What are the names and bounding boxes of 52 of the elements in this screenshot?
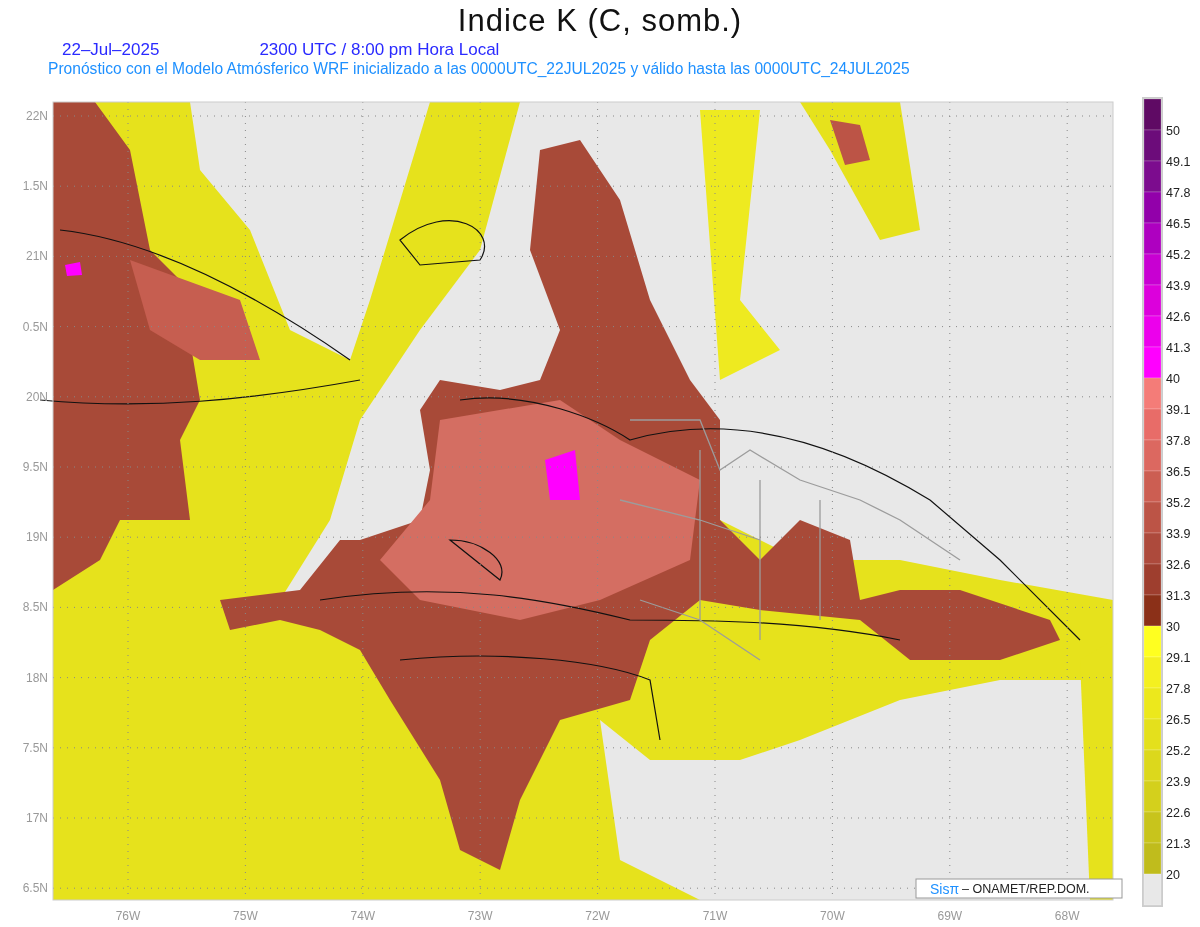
longitude-label: 68W [1054, 909, 1080, 923]
latitude-label: 21N [26, 249, 48, 264]
colorbar-label: 20 [1166, 868, 1180, 882]
colorbar-label: 46.5 [1166, 217, 1191, 231]
latitude-label: 6.5N [22, 881, 48, 896]
latitude-label: 9.5N [22, 460, 48, 474]
latitude-label: 1.5N [22, 179, 48, 194]
longitude-label: 72W [585, 909, 610, 923]
longitude-label: 73W [467, 909, 493, 923]
longitude-label: 74W [350, 909, 376, 923]
colorbar-label: 36.5 [1166, 465, 1191, 479]
colorbar-label: 33.9 [1166, 527, 1191, 541]
longitude-label: 70W [820, 909, 845, 923]
colorbar-label: 37.8 [1166, 434, 1191, 448]
colorbar-label: 32.6 [1166, 558, 1191, 572]
colorbar-label: 39.1 [1166, 403, 1191, 417]
latitude-label: 17N [26, 811, 48, 825]
colorbar-label: 49.1 [1166, 155, 1191, 169]
colorbar-label: 26.5 [1166, 713, 1191, 727]
latitude-label: 20N [26, 389, 48, 404]
credit-text: – ONAMET/REP.DOM. [962, 882, 1090, 896]
colorbar-label: 30 [1166, 620, 1180, 634]
chart-title: Indice K (C, somb.) [457, 2, 743, 40]
longitude-label: 76W [115, 909, 141, 923]
colorbar-label: 29.1 [1166, 651, 1191, 665]
colorbar-label: 42.6 [1166, 310, 1191, 324]
latitude-label: 18N [26, 670, 48, 685]
date-text: 22–Jul–2025 [62, 40, 160, 59]
colorbar-label: 40 [1166, 372, 1180, 386]
colorbar-label: 47.8 [1166, 186, 1191, 200]
colorbar-label: 50 [1166, 124, 1180, 138]
longitude-label: 69W [937, 909, 963, 923]
colorbar-label: 25.2 [1166, 744, 1191, 758]
latitude-label: 19N [26, 530, 48, 545]
colorbar-label: 22.6 [1166, 806, 1191, 820]
forecast-subtitle: Pronóstico con el Modelo Atmósferico WRF inicializado a las 0000UTC_22JUL2025 y válido hasta las 0000UTC_24JUL2025 [47, 59, 911, 79]
colorbar-label: 23.9 [1166, 775, 1191, 789]
colorbar-label: 45.2 [1166, 248, 1191, 262]
latitude-label: 22N [26, 109, 48, 123]
longitude-label: 75W [233, 909, 258, 923]
longitude-label: 71W [702, 909, 728, 923]
latitude-label: 8.5N [22, 600, 48, 615]
colorbar-label: 21.3 [1166, 837, 1191, 851]
colorbar-label: 31.3 [1166, 589, 1191, 603]
colorbar-label: 41.3 [1166, 341, 1191, 355]
latitude-label: 7.5N [22, 740, 48, 755]
latitude-label: 0.5N [22, 319, 48, 334]
logo-text: Sisπ [930, 881, 960, 897]
time-text: 2300 UTC / 8:00 pm Hora Local [259, 40, 500, 59]
colorbar-label: 27.8 [1166, 682, 1191, 696]
colorbar-label: 35.2 [1166, 496, 1191, 510]
colorbar-label: 43.9 [1166, 279, 1191, 293]
